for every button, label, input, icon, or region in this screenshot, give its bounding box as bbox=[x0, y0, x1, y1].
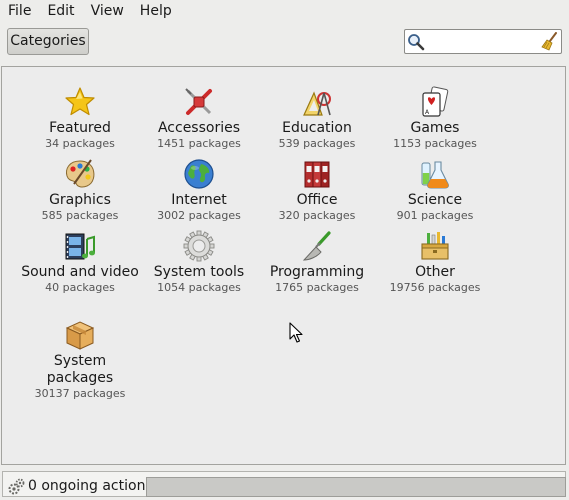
clear-search-icon[interactable] bbox=[541, 32, 559, 51]
categories-button[interactable]: Categories bbox=[7, 28, 89, 55]
status-frame: 0 ongoing actions bbox=[2, 471, 566, 497]
paint-palette-icon bbox=[66, 159, 95, 188]
flask-icon bbox=[421, 161, 449, 189]
menu-edit[interactable]: Edit bbox=[39, 0, 82, 23]
binders-icon bbox=[304, 161, 330, 188]
package-box-icon bbox=[65, 321, 95, 350]
star-icon bbox=[65, 87, 95, 116]
menu-file[interactable]: File bbox=[0, 0, 39, 23]
film-music-icon bbox=[65, 233, 95, 260]
category-system-tools[interactable]: System tools 1054 packages bbox=[140, 229, 258, 295]
accessories-icon bbox=[185, 88, 212, 115]
category-featured[interactable]: Featured 34 packages bbox=[21, 85, 139, 151]
progress-bar bbox=[146, 477, 566, 497]
category-internet[interactable]: Internet 3002 packages bbox=[140, 157, 258, 223]
menu-help[interactable]: Help bbox=[132, 0, 180, 23]
education-icon bbox=[303, 91, 331, 116]
menu-view[interactable]: View bbox=[83, 0, 132, 23]
toolbar: Categories bbox=[0, 23, 569, 63]
search-icon bbox=[408, 34, 425, 51]
category-accessories[interactable]: Accessories 1451 packages bbox=[140, 85, 258, 151]
trowel-icon bbox=[302, 231, 331, 261]
menu-bar: File Edit View Help bbox=[0, 0, 569, 23]
category-science[interactable]: Science 901 packages bbox=[376, 157, 494, 223]
ongoing-actions-label: 0 ongoing actions bbox=[28, 478, 153, 494]
category-sound-and-video[interactable]: Sound and video 40 packages bbox=[21, 229, 139, 295]
category-education[interactable]: Education 539 packages bbox=[258, 85, 376, 151]
ongoing-actions-icon[interactable] bbox=[8, 478, 25, 495]
search-input[interactable] bbox=[427, 32, 537, 51]
toolbox-icon bbox=[421, 232, 449, 260]
mouse-cursor-icon bbox=[289, 322, 303, 343]
category-graphics[interactable]: Graphics 585 packages bbox=[21, 157, 139, 223]
category-programming[interactable]: Programming 1765 packages bbox=[258, 229, 376, 295]
search-box[interactable] bbox=[404, 29, 562, 54]
category-other[interactable]: Other 19756 packages bbox=[376, 229, 494, 295]
gear-icon bbox=[183, 230, 215, 262]
category-grid: Featured 34 packages Accessories 1451 pa… bbox=[1, 66, 566, 465]
category-games[interactable]: A Games 1153 packages bbox=[376, 85, 494, 151]
category-office[interactable]: Office 320 packages bbox=[258, 157, 376, 223]
status-bar: 0 ongoing actions bbox=[0, 469, 569, 500]
playing-cards-icon: A bbox=[422, 86, 449, 117]
category-system-packages[interactable]: System packages 30137 packages bbox=[21, 318, 139, 401]
globe-icon bbox=[184, 159, 214, 189]
